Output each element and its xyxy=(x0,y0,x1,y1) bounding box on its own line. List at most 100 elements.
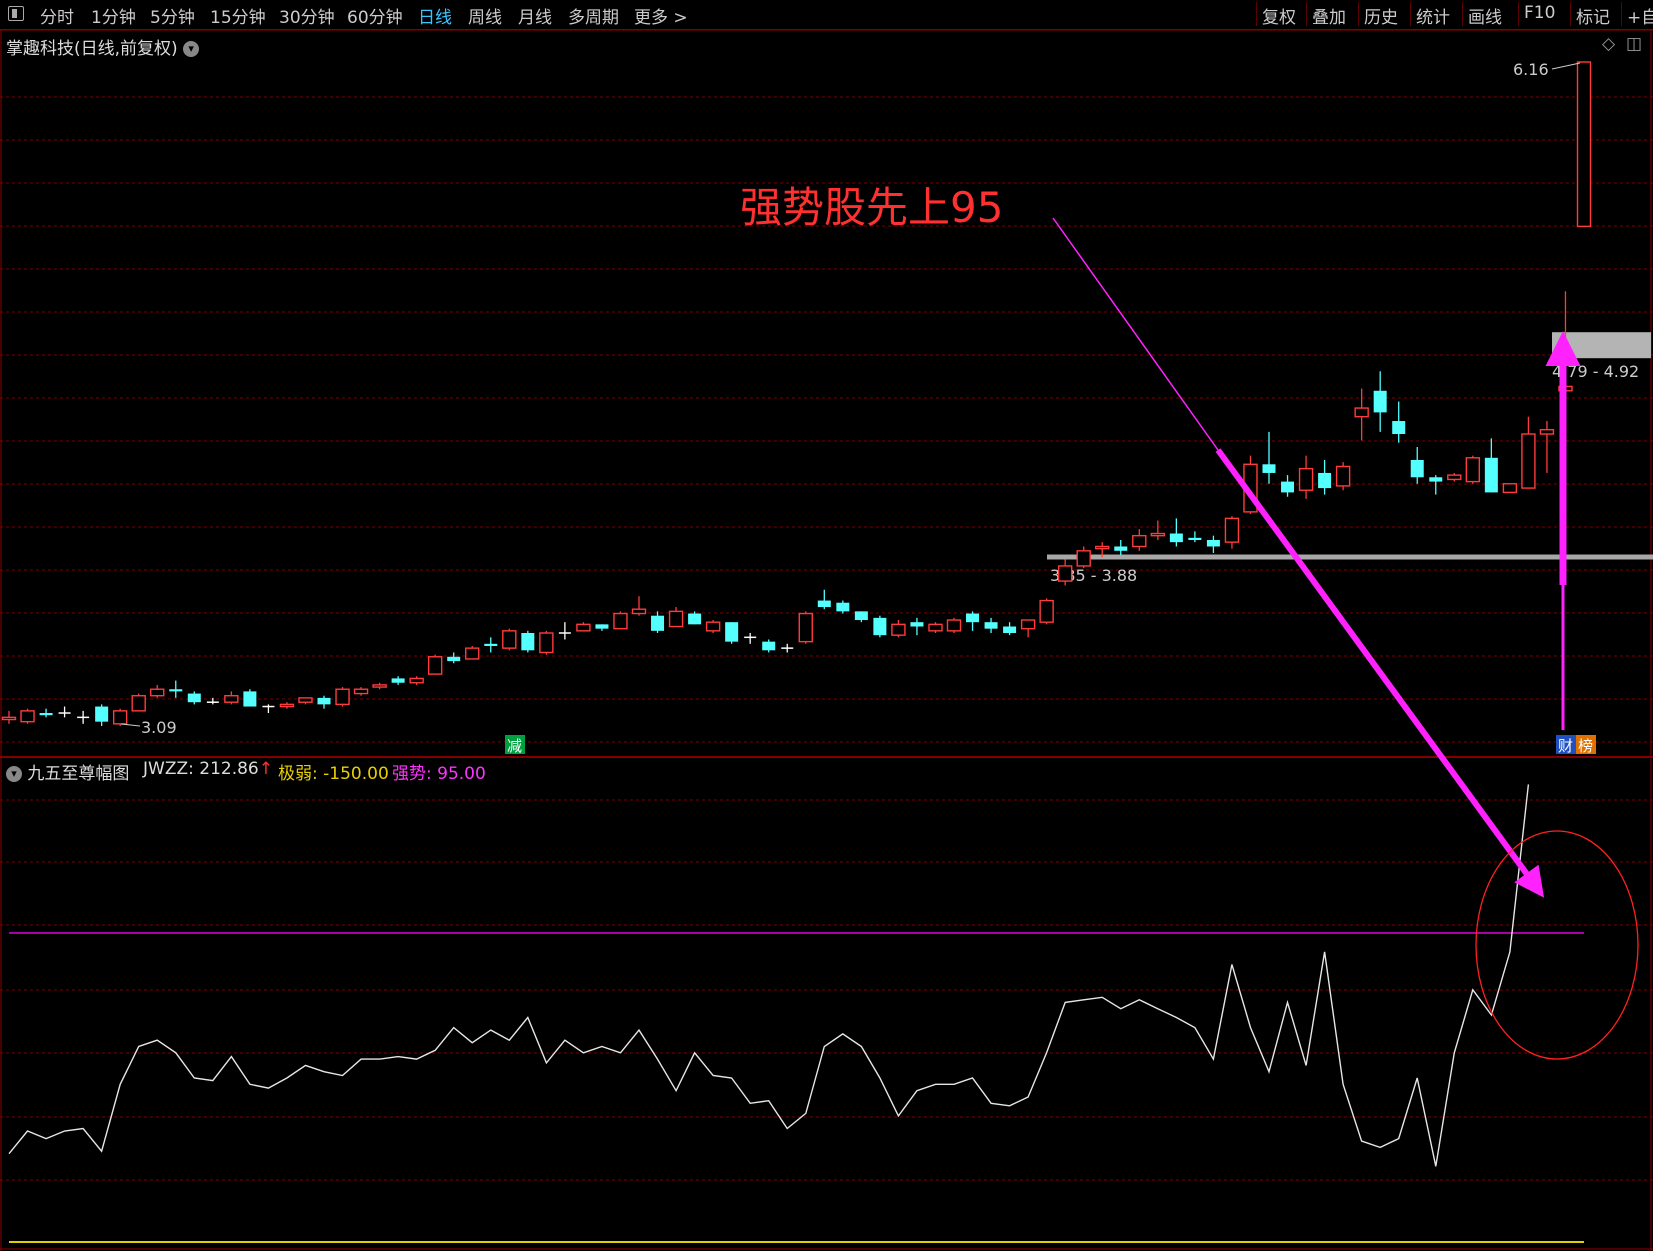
period-tab-6[interactable]: 日线 xyxy=(418,3,452,28)
period-tab-7[interactable]: 周线 xyxy=(468,3,502,28)
toolbar-button-2[interactable]: 历史 xyxy=(1364,3,1398,28)
toolbar-button-3[interactable]: 统计 xyxy=(1416,3,1450,28)
candle xyxy=(409,676,424,685)
period-tab-8[interactable]: 月线 xyxy=(518,3,552,28)
candle xyxy=(1429,475,1443,495)
candle xyxy=(131,693,146,712)
candle-body xyxy=(668,610,684,628)
candle-body xyxy=(1076,550,1091,567)
candle xyxy=(725,622,739,644)
candles xyxy=(1,61,1592,726)
price-zones: 4.79 - 4.92 3.85 - 3.88 xyxy=(1047,332,1653,585)
candle-body xyxy=(484,643,498,646)
period-tab-4[interactable]: 30分钟 xyxy=(279,3,335,28)
jwzz-value: 212.86 xyxy=(199,759,259,779)
candle xyxy=(262,704,275,714)
candle xyxy=(1057,559,1073,586)
toolbar-button-4[interactable]: 画线 xyxy=(1468,3,1502,28)
candle xyxy=(668,607,684,628)
candle-body xyxy=(651,615,665,631)
toolbar-button-6[interactable]: 标记 xyxy=(1576,3,1610,28)
candle-body xyxy=(798,612,813,643)
candle-body xyxy=(1188,537,1202,540)
diamond-icon[interactable]: ◇ xyxy=(1602,34,1615,54)
candle-body xyxy=(891,623,906,636)
reduce-badge xyxy=(505,735,525,754)
candle xyxy=(798,611,813,644)
candle xyxy=(447,652,461,664)
candle xyxy=(243,689,257,707)
candle-body xyxy=(465,647,480,660)
candle-body xyxy=(317,697,331,705)
toolbar-button-7[interactable]: +自 xyxy=(1627,3,1653,28)
period-tab-0[interactable]: 分时 xyxy=(40,3,74,28)
period-tab-10[interactable]: 更多 > xyxy=(634,3,688,28)
candle xyxy=(95,704,109,726)
annotations: 强势股先上95 6.16 3.09 减 财榜 xyxy=(120,60,1639,1060)
candle xyxy=(595,624,609,631)
toolbar-button-0[interactable]: 复权 xyxy=(1262,3,1296,28)
candle-body xyxy=(1539,428,1555,435)
period-tab-3[interactable]: 15分钟 xyxy=(210,3,266,28)
window-menu-icon[interactable] xyxy=(8,6,24,21)
candle xyxy=(1132,529,1147,551)
period-toolbar: 分时 1分钟 5分钟 15分钟 30分钟 60分钟 日线 周线 月线 多周期 更多 > 复权 叠加 历史… xyxy=(0,0,1653,30)
candle-body xyxy=(150,688,165,697)
candle-body xyxy=(910,622,924,627)
chevron-down-icon[interactable]: ▾ xyxy=(183,41,200,57)
candle xyxy=(502,628,517,651)
candle xyxy=(1373,371,1387,432)
bang-badge xyxy=(1576,735,1596,754)
period-tab-5[interactable]: 60分钟 xyxy=(347,3,403,28)
grid-lines xyxy=(0,29,1653,1251)
period-tab-9[interactable]: 多周期 xyxy=(568,3,619,28)
candle-body xyxy=(539,632,554,654)
candle-body xyxy=(1429,477,1443,482)
candle-body xyxy=(1003,626,1017,633)
toolbar-separator xyxy=(1410,2,1411,26)
low-pointer-line xyxy=(120,723,141,727)
candle xyxy=(1465,455,1481,484)
candle xyxy=(224,691,239,705)
up-arrow-icon: ↑ xyxy=(258,759,273,779)
candle-body xyxy=(112,710,128,725)
candle-body xyxy=(1,716,17,721)
candle-body xyxy=(391,678,405,683)
candle xyxy=(946,617,962,633)
candle xyxy=(1354,388,1369,441)
candle-body xyxy=(817,600,831,608)
candle-body xyxy=(427,656,443,675)
candle xyxy=(1392,401,1406,443)
candle xyxy=(1206,535,1220,553)
kline-chart[interactable]: 4.79 - 4.92 3.85 - 3.88 强势股先上95 6.16 3.09 减 财… xyxy=(0,0,1653,1251)
candle-body xyxy=(631,608,647,615)
candle xyxy=(112,708,128,726)
candle xyxy=(521,630,535,653)
candle xyxy=(427,654,443,675)
period-tab-1[interactable]: 1分钟 xyxy=(91,3,136,28)
expand-icon[interactable]: ◫ xyxy=(1626,34,1642,54)
candle-body xyxy=(1484,457,1498,493)
candle xyxy=(836,600,850,614)
candle xyxy=(465,645,480,660)
candle-body xyxy=(576,623,591,632)
chevron-down-icon[interactable]: ▾ xyxy=(6,766,22,782)
candle xyxy=(613,611,628,630)
toolbar-separator xyxy=(1621,2,1622,26)
candle xyxy=(77,710,90,724)
candle-body xyxy=(1465,457,1481,483)
candle-body xyxy=(836,602,850,612)
indicator-title: ▾ 九五至尊幅图 xyxy=(6,759,129,784)
candle xyxy=(1003,622,1017,636)
toolbar-button-5[interactable]: F10 xyxy=(1524,3,1555,23)
candle xyxy=(1281,475,1295,497)
low-price-label: 3.09 xyxy=(141,718,177,737)
candle-body xyxy=(705,621,721,632)
candle-body xyxy=(1373,390,1387,413)
candle-body xyxy=(984,622,998,629)
candle-body xyxy=(502,630,517,649)
zone-upper-label: 4.79 - 4.92 xyxy=(1552,362,1639,381)
period-tab-2[interactable]: 5分钟 xyxy=(150,3,195,28)
cai-badge xyxy=(1556,735,1576,754)
toolbar-button-1[interactable]: 叠加 xyxy=(1312,3,1346,28)
